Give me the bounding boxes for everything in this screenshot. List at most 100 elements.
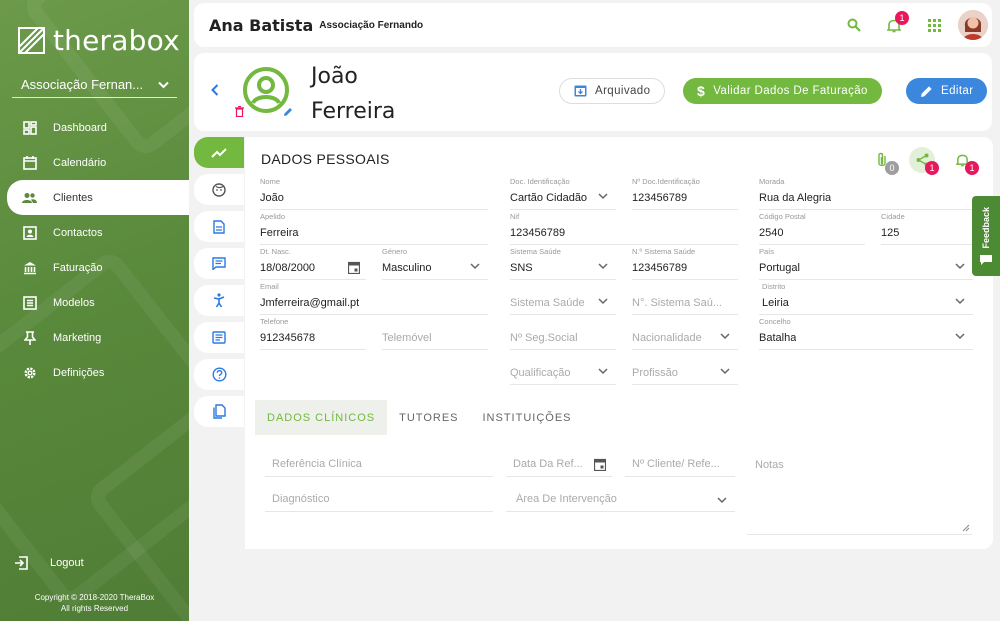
organization-name: Associação Fernando: [319, 19, 424, 31]
sidebar-item-modelos[interactable]: Modelos: [0, 285, 189, 320]
city-field[interactable]: Cidade 125: [881, 212, 973, 245]
address-field[interactable]: Morada Rua da Alegria: [759, 177, 973, 210]
search-icon: [847, 18, 861, 32]
postal-code-field[interactable]: Código Postal 2540: [759, 212, 865, 245]
field-placeholder: Telemóvel: [382, 332, 432, 344]
id-number-field[interactable]: Nº Doc.Identificação 123456789: [632, 177, 738, 210]
sidebar-item-marketing[interactable]: Marketing: [0, 320, 189, 355]
tab-instituicoes[interactable]: INSTITUIÇÕES: [471, 400, 584, 435]
edit-avatar-button[interactable]: [283, 104, 293, 122]
tab-records[interactable]: [194, 322, 244, 353]
notes-textarea[interactable]: Notas: [747, 453, 972, 535]
field-label: Doc. Identificação: [510, 177, 570, 186]
health-system-2-number-field[interactable]: N°. Sistema Saú...: [632, 287, 738, 315]
email-field[interactable]: Email Jmferreira@gmail.pt: [260, 282, 488, 315]
field-placeholder: Diagnóstico: [272, 493, 330, 505]
sidebar-item-dashboard[interactable]: Dashboard: [0, 110, 189, 145]
social-security-field[interactable]: Nº Seg.Social: [510, 322, 616, 350]
sidebar-item-contactos[interactable]: Contactos: [0, 215, 189, 250]
tab-messages[interactable]: [194, 248, 244, 279]
delete-avatar-button[interactable]: [235, 104, 244, 122]
tab-tutores[interactable]: TUTORES: [387, 400, 470, 435]
profession-select[interactable]: Profissão: [632, 357, 738, 385]
field-value: 123456789: [510, 227, 566, 239]
tab-personal-data[interactable]: [194, 137, 244, 168]
user-avatar[interactable]: [958, 10, 988, 40]
mobile-field[interactable]: Telemóvel: [382, 322, 488, 350]
tab-copies[interactable]: [194, 396, 244, 427]
chevron-down-icon: [598, 193, 608, 200]
client-reference-number-field[interactable]: Nº Cliente/ Refe...: [625, 453, 735, 477]
field-value: Masculino: [382, 262, 432, 274]
field-value: Cartão Cidadão: [510, 192, 588, 204]
edit-button[interactable]: Editar: [906, 78, 988, 104]
client-last-name: Ferreira: [311, 99, 396, 124]
document-icon: [213, 219, 225, 234]
health-system-2-select[interactable]: Sistema Saúde: [510, 287, 616, 315]
field-value: Leiria: [762, 297, 789, 309]
resize-handle-icon[interactable]: [962, 524, 970, 532]
nationality-select[interactable]: Nacionalidade: [632, 322, 738, 350]
birth-date-field[interactable]: Dt. Nasc. 18/08/2000: [260, 247, 366, 280]
phone-field[interactable]: Telefone 912345678: [260, 317, 366, 350]
feedback-button[interactable]: Feedback: [972, 196, 1000, 276]
notifications-button[interactable]: 1: [874, 9, 914, 41]
face-icon: [212, 182, 226, 197]
archive-icon: [574, 85, 587, 97]
logout-button[interactable]: Logout: [14, 556, 84, 570]
field-value: 123456789: [632, 192, 688, 204]
validate-billing-button[interactable]: $ Validar Dados De Faturação: [683, 78, 882, 104]
sidebar-item-label: Contactos: [53, 226, 103, 239]
gender-select[interactable]: Género Masculino: [382, 247, 488, 280]
archived-label: Arquivado: [595, 85, 651, 97]
field-label: Nome: [260, 177, 281, 186]
diagnosis-field[interactable]: Diagnóstico: [265, 488, 493, 512]
intervention-area-select[interactable]: Área De Intervenção: [506, 488, 735, 512]
clients-icon: [22, 190, 37, 205]
district-select[interactable]: Distrito Leiria: [759, 282, 973, 315]
sidebar: therabox Associação Fernan... Dashboard …: [0, 0, 189, 621]
attachments-button[interactable]: 0: [865, 147, 899, 175]
sidebar-item-clientes[interactable]: Clientes: [7, 180, 189, 215]
calendar-icon[interactable]: [348, 261, 360, 274]
tab-activity[interactable]: [194, 285, 244, 316]
health-system-number-field[interactable]: N.º Sistema Saúde 123456789: [632, 247, 738, 280]
sidebar-item-faturacao[interactable]: Faturação: [0, 250, 189, 285]
country-select[interactable]: País Portugal: [759, 247, 973, 280]
field-value: Jmferreira@gmail.pt: [260, 297, 360, 309]
field-label: Dt. Nasc.: [260, 247, 291, 256]
qualification-select[interactable]: Qualificação: [510, 357, 616, 385]
archived-button[interactable]: Arquivado: [559, 78, 666, 104]
sidebar-item-definicoes[interactable]: Definições: [0, 355, 189, 390]
dashboard-icon: [22, 120, 37, 135]
share-button[interactable]: 1: [905, 147, 939, 175]
county-select[interactable]: Concelho Batalha: [759, 317, 973, 350]
logout-label: Logout: [50, 557, 84, 569]
id-document-select[interactable]: Doc. Identificação Cartão Cidadão: [510, 177, 616, 210]
alerts-button[interactable]: 1: [945, 147, 979, 175]
chevron-down-icon: [598, 263, 608, 270]
reference-date-field[interactable]: Data Da Ref...: [506, 453, 612, 477]
field-value: Portugal: [759, 262, 800, 274]
avatar-image: [958, 10, 988, 40]
field-placeholder: Área De Intervenção: [516, 493, 617, 505]
field-value: 125: [881, 227, 900, 239]
nif-field[interactable]: Nif 123456789: [510, 212, 738, 245]
back-button[interactable]: [211, 83, 219, 99]
health-system-select[interactable]: Sistema Saúde SNS: [510, 247, 616, 280]
first-name-field[interactable]: Nome João: [260, 177, 488, 210]
sidebar-item-calendario[interactable]: Calendário: [0, 145, 189, 180]
apps-button[interactable]: [914, 9, 954, 41]
organization-select[interactable]: Associação Fernan...: [12, 76, 177, 98]
tab-child[interactable]: [194, 174, 244, 205]
share-badge: 1: [925, 161, 939, 175]
clinical-reference-field[interactable]: Referência Clínica: [265, 453, 493, 477]
tab-dados-clinicos[interactable]: DADOS CLÍNICOS: [255, 400, 388, 435]
tab-documents[interactable]: [194, 211, 244, 242]
calendar-icon[interactable]: [594, 458, 606, 471]
last-name-field[interactable]: Apelido Ferreira: [260, 212, 488, 245]
notes-placeholder: Notas: [755, 459, 784, 471]
tab-help[interactable]: [194, 359, 244, 390]
search-button[interactable]: [834, 9, 874, 41]
chevron-down-icon: [158, 81, 169, 88]
